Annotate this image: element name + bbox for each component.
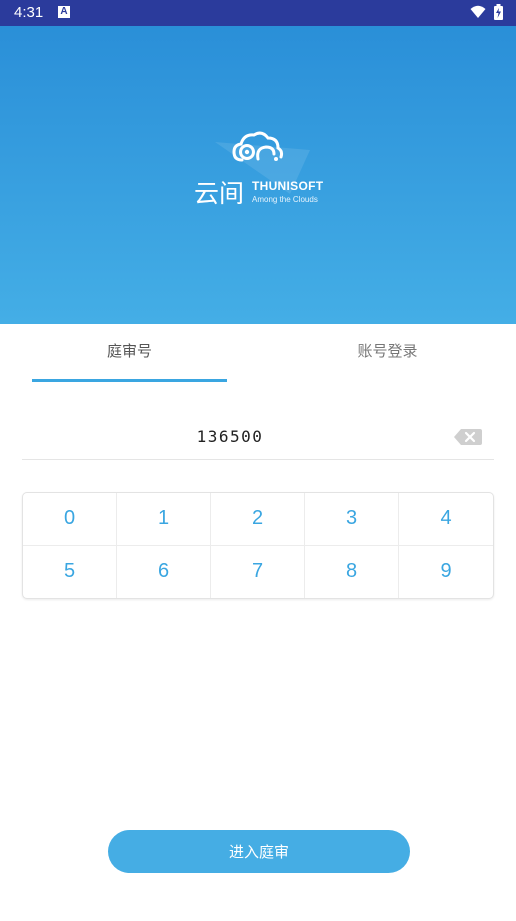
number-keypad: 0 1 2 3 4 5 6 7 8 9	[22, 492, 494, 599]
tab-account-login[interactable]: 账号登录	[290, 340, 485, 361]
keypad-key-5[interactable]: 5	[23, 545, 117, 598]
active-tab-indicator	[32, 379, 227, 382]
hero-banner: 云间 THUNISOFT Among the Clouds	[0, 26, 516, 324]
keypad-key-3[interactable]: 3	[305, 493, 399, 546]
keypad-key-9[interactable]: 9	[399, 546, 493, 599]
keypad-key-8[interactable]: 8	[305, 545, 399, 598]
backspace-icon[interactable]	[453, 427, 483, 447]
logo-brand: THUNISOFT	[252, 179, 324, 193]
logo-wordmark: 云间	[194, 179, 245, 208]
logo-tagline: Among the Clouds	[252, 195, 318, 204]
input-divider	[22, 459, 494, 460]
court-number-input[interactable]: 136500	[150, 427, 310, 446]
status-bar: 4:31 A	[0, 0, 516, 26]
keypad-key-2[interactable]: 2	[211, 493, 305, 546]
keypad-key-4[interactable]: 4	[399, 493, 493, 546]
wifi-icon	[470, 5, 486, 18]
notification-a-icon: A	[58, 6, 70, 18]
tab-court-number[interactable]: 庭审号	[32, 340, 227, 361]
battery-icon	[494, 4, 503, 20]
enter-court-button[interactable]: 进入庭审	[108, 830, 410, 873]
status-time: 4:31	[14, 4, 44, 21]
app-logo: 云间 THUNISOFT Among the Clouds	[190, 126, 330, 216]
keypad-key-1[interactable]: 1	[117, 493, 211, 546]
tab-account-login-label: 账号登录	[357, 342, 418, 360]
keypad-key-0[interactable]: 0	[23, 493, 117, 546]
tab-court-number-label: 庭审号	[106, 342, 152, 360]
keypad-key-7[interactable]: 7	[211, 545, 305, 598]
keypad-key-6[interactable]: 6	[117, 545, 211, 598]
